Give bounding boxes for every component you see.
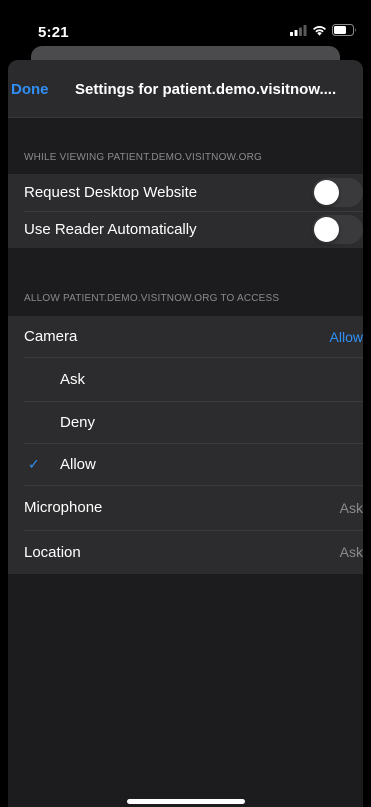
use-reader-automatically-row[interactable]: Use Reader Automatically <box>8 211 363 248</box>
done-button[interactable]: Done <box>11 81 49 98</box>
section-header-viewing: WHILE VIEWING PATIENT.DEMO.VISITNOW.ORG <box>24 152 263 163</box>
settings-sheet: Done Settings for patient.demo.visitnow.… <box>8 60 363 807</box>
use-reader-automatically-toggle[interactable] <box>312 215 363 244</box>
camera-row[interactable]: Camera Allow <box>8 316 363 357</box>
status-bar: 5:21 <box>0 0 371 44</box>
page-title: Settings for patient.demo.visitnow.... <box>75 81 337 98</box>
option-label-ask: Ask <box>60 370 86 388</box>
camera-option-allow[interactable]: ✓ Allow <box>8 443 363 485</box>
camera-option-ask[interactable]: Ask <box>8 357 363 401</box>
location-row[interactable]: Location Ask <box>8 530 363 574</box>
location-label: Location <box>24 543 81 561</box>
option-label-allow: Allow <box>60 455 96 473</box>
cellular-signal-icon <box>290 23 307 41</box>
microphone-label: Microphone <box>24 499 103 516</box>
microphone-value: Ask <box>339 499 363 516</box>
wifi-icon <box>312 23 327 41</box>
camera-option-deny[interactable]: Deny <box>8 401 363 443</box>
location-value: Ask <box>339 544 363 560</box>
navigation-bar: Done Settings for patient.demo.visitnow.… <box>8 60 363 118</box>
option-label-deny: Deny <box>60 413 96 431</box>
status-icons <box>290 23 357 41</box>
use-reader-automatically-label: Use Reader Automatically <box>24 221 197 238</box>
status-time: 5:21 <box>38 24 69 41</box>
request-desktop-website-toggle[interactable] <box>312 178 363 207</box>
section-header-access: ALLOW PATIENT.DEMO.VISITNOW.ORG TO ACCES… <box>24 293 280 304</box>
toggle-knob <box>314 180 339 205</box>
camera-value: Allow <box>329 328 363 345</box>
battery-icon <box>332 23 357 41</box>
microphone-row[interactable]: Microphone Ask <box>8 485 363 530</box>
viewing-settings-group: Request Desktop Website Use Reader Autom… <box>8 174 363 248</box>
safari-website-settings-screen: 5:21 Done Settings for patient.demo.visi… <box>0 0 371 807</box>
checkmark-icon: ✓ <box>28 455 40 472</box>
home-indicator[interactable] <box>127 799 245 804</box>
camera-label: Camera <box>24 328 78 345</box>
access-settings-group: Camera Allow Ask Deny ✓ Allow Microphone… <box>8 316 363 574</box>
request-desktop-website-label: Request Desktop Website <box>24 184 198 201</box>
request-desktop-website-row[interactable]: Request Desktop Website <box>8 174 363 211</box>
toggle-knob <box>314 217 339 242</box>
